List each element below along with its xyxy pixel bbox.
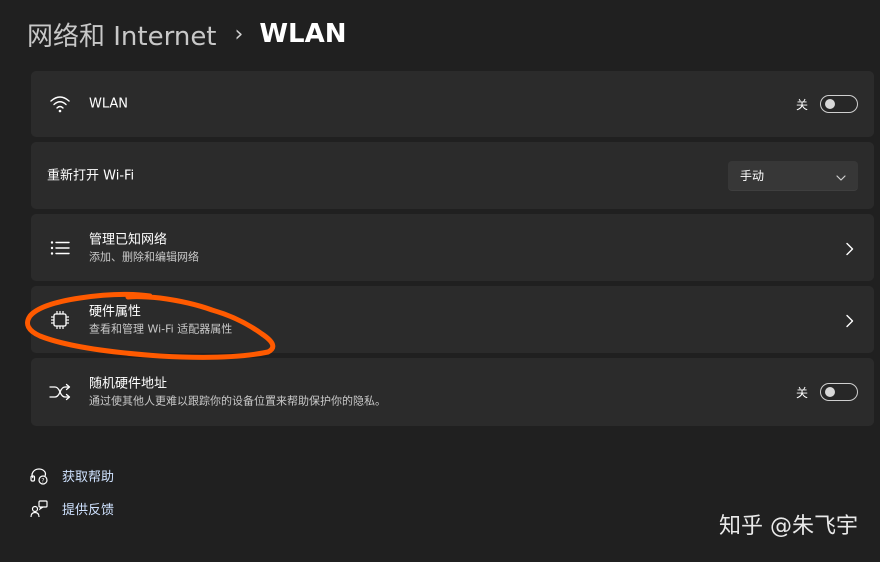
breadcrumb-parent-link[interactable]: 网络和 Internet: [27, 16, 217, 53]
wifi-icon: [49, 93, 71, 115]
random-hw-toggle-label: 关: [795, 385, 808, 400]
help-icon: ?: [30, 467, 48, 485]
toggle-knob: [825, 99, 835, 109]
random-hw-toggle[interactable]: [820, 383, 858, 401]
random-hw-address-card: 随机硬件地址 通过使其他人更难以跟踪你的设备位置来帮助保护你的隐私。 关: [31, 358, 874, 426]
wlan-toggle-label: 关: [795, 97, 808, 112]
dropdown-value: 手动: [740, 168, 765, 183]
toggle-knob: [825, 387, 835, 397]
reopen-wifi-title: 重新打开 Wi-Fi: [47, 168, 135, 183]
known-networks-card[interactable]: 管理已知网络 添加、删除和编辑网络: [31, 214, 874, 281]
wlan-text: WLAN: [89, 96, 128, 113]
hardware-properties-text: 硬件属性 查看和管理 Wi-Fi 适配器属性: [89, 303, 232, 336]
random-hw-address-subtitle: 通过使其他人更难以跟踪你的设备位置来帮助保护你的隐私。: [89, 394, 386, 408]
known-networks-subtitle: 添加、删除和编辑网络: [89, 250, 199, 263]
known-networks-title: 管理已知网络: [89, 232, 168, 247]
give-feedback-link[interactable]: 提供反馈: [30, 499, 114, 518]
give-feedback-label: 提供反馈: [62, 503, 115, 518]
known-networks-text: 管理已知网络 添加、删除和编辑网络: [89, 231, 199, 264]
chevron-down-icon: [836, 166, 846, 185]
random-hw-address-title: 随机硬件地址: [89, 376, 168, 392]
hardware-properties-title: 硬件属性: [89, 304, 142, 319]
list-icon: [49, 237, 71, 259]
wlan-toggle-group: 关: [796, 95, 858, 113]
reopen-wifi-text: 重新打开 Wi-Fi: [47, 167, 134, 184]
chevron-right-icon: [844, 241, 856, 255]
feedback-icon: [30, 499, 48, 518]
hardware-properties-subtitle: 查看和管理 Wi-Fi 适配器属性: [89, 322, 233, 335]
random-hw-toggle-group: 关: [796, 383, 858, 401]
reopen-wifi-card: 重新打开 Wi-Fi 手动: [31, 142, 874, 209]
wlan-card: WLAN 关: [31, 71, 874, 137]
breadcrumb-separator: ›: [234, 21, 244, 47]
watermark: 知乎 @朱飞宇: [719, 514, 858, 539]
reopen-wifi-dropdown[interactable]: 手动: [728, 160, 858, 191]
get-help-label: 获取帮助: [62, 470, 115, 485]
get-help-link[interactable]: ? 获取帮助: [30, 466, 114, 485]
random-hw-address-text: 随机硬件地址 通过使其他人更难以跟踪你的设备位置来帮助保护你的隐私。: [89, 376, 386, 409]
chevron-right-icon: [844, 313, 856, 327]
wlan-title: WLAN: [89, 96, 129, 112]
shuffle-icon: [49, 381, 71, 403]
hardware-properties-card[interactable]: 硬件属性 查看和管理 Wi-Fi 适配器属性: [31, 286, 874, 353]
svg-text:?: ?: [41, 477, 44, 484]
page-title: WLAN: [259, 19, 347, 49]
chip-icon: [49, 309, 71, 331]
wlan-toggle[interactable]: [820, 95, 858, 113]
breadcrumb: 网络和 Internet › WLAN: [27, 14, 346, 54]
